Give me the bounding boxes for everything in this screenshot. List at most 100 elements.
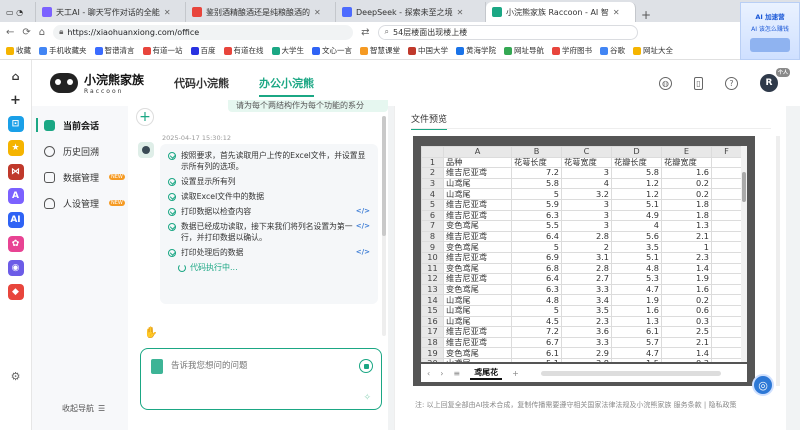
table-cell[interactable]: 5.7: [611, 336, 662, 349]
table-cell[interactable]: 维吉尼亚鸢: [443, 230, 512, 243]
table-cell[interactable]: 6.7: [511, 336, 562, 349]
sheet-list-icon[interactable]: ≡: [453, 369, 460, 378]
bookmark-item[interactable]: 学府图书: [552, 45, 592, 56]
corner-cell[interactable]: [421, 146, 444, 158]
assistant-float-button[interactable]: ◎: [752, 374, 774, 396]
bookmark-item[interactable]: 文心一言: [312, 45, 352, 56]
table-cell[interactable]: [711, 326, 742, 338]
row-number[interactable]: 10: [421, 251, 444, 264]
row-number[interactable]: 3: [421, 177, 444, 190]
app-icon-purple[interactable]: ◉: [7, 260, 24, 276]
row-number[interactable]: 15: [421, 304, 444, 317]
table-cell[interactable]: [711, 347, 742, 359]
bookmark-item[interactable]: 黄海学院: [456, 45, 496, 56]
ad-banner[interactable]: AI 加速营 AI 该怎么赚钱: [740, 2, 800, 60]
hand-icon[interactable]: ✋: [144, 326, 158, 339]
table-cell[interactable]: 6.9: [511, 251, 562, 264]
tab-close-icon[interactable]: ✕: [164, 8, 171, 17]
table-cell[interactable]: 花萼宽度: [561, 156, 612, 169]
table-cell[interactable]: 2.8: [561, 262, 612, 275]
table-cell[interactable]: 1.4: [661, 262, 712, 275]
tab-file-preview[interactable]: 文件预览: [411, 112, 448, 130]
table-cell[interactable]: [711, 188, 742, 200]
row-number[interactable]: 8: [421, 230, 444, 243]
sheet-tab[interactable]: 鸢尾花: [470, 367, 503, 380]
table-cell[interactable]: 5: [511, 188, 562, 200]
table-cell[interactable]: 3: [561, 198, 612, 211]
table-cell[interactable]: 7.2: [511, 167, 562, 179]
tab-close-icon[interactable]: ✕: [613, 8, 620, 17]
bookmark-item[interactable]: 有道在线: [223, 45, 264, 56]
table-cell[interactable]: 0.2: [661, 188, 712, 200]
chat-scrollbar[interactable]: [382, 116, 386, 336]
table-cell[interactable]: 5.8: [611, 167, 662, 179]
table-cell[interactable]: 1.6: [611, 304, 662, 317]
table-cell[interactable]: [711, 241, 742, 253]
table-cell[interactable]: [711, 251, 742, 264]
table-cell[interactable]: 1.2: [611, 177, 662, 190]
table-cell[interactable]: 1.9: [611, 294, 662, 306]
browser-search-field[interactable]: ⌕ 54层楼面出现楼上楼: [377, 24, 638, 40]
row-number[interactable]: 4: [421, 188, 444, 200]
add-icon[interactable]: +: [8, 92, 24, 108]
table-cell[interactable]: 0.2: [661, 177, 712, 190]
next-sheet-icon[interactable]: ›: [440, 369, 443, 378]
table-cell[interactable]: 花瓣长度: [611, 156, 662, 169]
table-cell[interactable]: 5.9: [511, 198, 562, 211]
table-cell[interactable]: [711, 220, 742, 232]
table-cell[interactable]: 1.6: [661, 167, 712, 179]
table-cell[interactable]: 维吉尼亚鸢: [443, 209, 512, 222]
bookmark-item[interactable]: 有道一站: [142, 45, 183, 56]
table-cell[interactable]: [711, 273, 742, 285]
table-cell[interactable]: [711, 156, 742, 169]
table-cell[interactable]: 花萼长度: [511, 156, 562, 169]
table-cell[interactable]: 2.7: [561, 273, 612, 285]
app-icon-chat[interactable]: ⊡: [7, 116, 24, 132]
add-sheet-icon[interactable]: +: [512, 369, 519, 378]
row-number[interactable]: 20: [421, 357, 444, 362]
table-cell[interactable]: 3.5: [561, 304, 612, 317]
table-cell[interactable]: 3: [561, 220, 612, 232]
back-icon[interactable]: ←: [6, 27, 14, 38]
app-icon-pink[interactable]: ✿: [7, 236, 24, 252]
column-header[interactable]: C: [561, 146, 612, 158]
row-number[interactable]: 14: [421, 294, 444, 306]
row-number[interactable]: 19: [421, 347, 444, 359]
browser-tab[interactable]: 天工AI - 聊天写作对话的全能 ✕: [36, 2, 186, 22]
table-cell[interactable]: 3: [561, 209, 612, 222]
bookmark-item[interactable]: 智慧课堂: [360, 45, 400, 56]
table-cell[interactable]: 变色鸢尾: [443, 220, 512, 232]
table-cell[interactable]: 维吉尼亚鸢: [443, 326, 512, 338]
tab-code-raccoon[interactable]: 代码小浣熊: [174, 75, 229, 91]
magic-wand-icon[interactable]: ✧: [363, 393, 371, 403]
table-cell[interactable]: 品种: [443, 156, 512, 169]
bookmark-item[interactable]: 中国大学: [408, 45, 448, 56]
browser-tab[interactable]: 小浣熊家族 Raccoon - AI 智 ✕: [486, 2, 636, 22]
tab-close-icon[interactable]: ✕: [457, 8, 464, 17]
table-cell[interactable]: 4: [561, 177, 612, 190]
table-cell[interactable]: 1.3: [661, 220, 712, 232]
table-cell[interactable]: 1.8: [661, 198, 712, 211]
table-cell[interactable]: [711, 294, 742, 306]
table-cell[interactable]: 1.6: [661, 283, 712, 296]
table-cell[interactable]: 2.3: [561, 315, 612, 328]
table-cell[interactable]: 5.1: [611, 251, 662, 264]
mobile-icon[interactable]: ▯: [694, 76, 703, 90]
table-cell[interactable]: [711, 357, 742, 362]
row-number[interactable]: 5: [421, 198, 444, 211]
table-cell[interactable]: 5.1: [511, 357, 562, 362]
collapse-nav-button[interactable]: 收起导航 ☰: [62, 403, 105, 414]
translate-icon[interactable]: ⇄: [361, 27, 369, 38]
table-cell[interactable]: 6.8: [511, 262, 562, 275]
table-cell[interactable]: 变色鸢尾: [443, 262, 512, 275]
table-cell[interactable]: 5.8: [511, 177, 562, 190]
table-cell[interactable]: 4.9: [611, 209, 662, 222]
home-icon[interactable]: ⌂: [39, 27, 45, 38]
table-cell[interactable]: 0.3: [661, 315, 712, 328]
bookmark-item[interactable]: 网址导航: [504, 45, 544, 56]
table-cell[interactable]: 6.3: [511, 209, 562, 222]
table-cell[interactable]: 1.2: [611, 188, 662, 200]
app-icon-ai[interactable]: A: [7, 188, 24, 204]
table-cell[interactable]: 维吉尼亚鸢: [443, 336, 512, 349]
sidebar-item-persona[interactable]: 人设管理 NEW: [32, 190, 128, 216]
